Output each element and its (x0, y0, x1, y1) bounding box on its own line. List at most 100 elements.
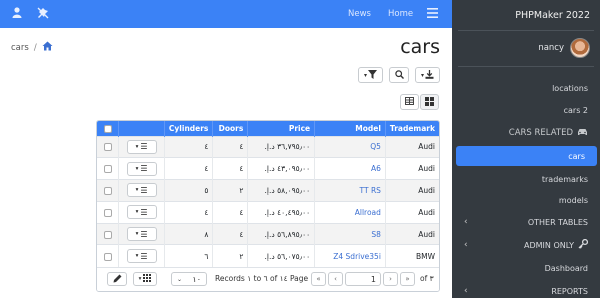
nav-news-link[interactable]: News (348, 0, 371, 28)
cell-model-link[interactable]: A6 (371, 164, 381, 173)
search-button[interactable] (389, 67, 409, 83)
table-row: ▾ ☰ ٨ ٤ ٥٦,٨٩٥٫٠٠ د.إ.‏ S8 Audi (97, 222, 439, 245)
first-page-button[interactable]: « (311, 272, 326, 287)
cell-cylinders: ٦ (164, 244, 214, 267)
row-checkbox[interactable] (103, 186, 112, 195)
user-name: nancy (538, 43, 564, 53)
cell-doors: ٤ (212, 157, 249, 180)
chevron-down-icon: ⌄ (177, 275, 183, 283)
grid-pager: ▾ ⌄ ١٠ Records ١ to ٦ of ١٤ Page « ‹ 1 ›… (97, 266, 439, 291)
header-doors[interactable]: Doors (212, 121, 249, 136)
cell-trademark: Audi (385, 135, 439, 158)
cell-model-link[interactable]: TT RS (360, 186, 381, 195)
user-panel[interactable]: nancy (538, 38, 590, 58)
row-options-button[interactable]: ▾ ☰ (126, 183, 157, 198)
filter-button[interactable]: ▾ (358, 67, 383, 83)
sidebar-item-label: cars (568, 151, 585, 161)
home-icon[interactable] (42, 41, 53, 54)
cell-trademark: Audi (385, 179, 439, 202)
select-all-checkbox[interactable] (103, 124, 112, 133)
header-price[interactable]: Price (247, 121, 316, 136)
table-view-icon (405, 97, 414, 107)
cell-doors: ٢ (212, 244, 249, 267)
page-size-value: ١٠ (192, 274, 201, 284)
download-icon (425, 69, 434, 81)
row-options-button[interactable]: ▾ ☰ (126, 227, 157, 242)
top-navbar: News Home (0, 0, 452, 28)
breadcrumb-parent-link[interactable]: cars (11, 43, 29, 53)
edit-button[interactable] (107, 272, 127, 287)
sidebar-item-label: REPORTS (551, 286, 588, 296)
cell-doors: ٢ (212, 179, 249, 202)
user-icon[interactable] (12, 7, 22, 21)
table-view-button[interactable] (400, 94, 419, 110)
last-page-button[interactable]: » (400, 272, 415, 287)
cell-cylinders: ٤ (164, 135, 214, 158)
row-checkbox[interactable] (103, 165, 112, 174)
sidebar-header-label: CARS RELATED (508, 128, 573, 138)
cars-table: Cylinders Doors Price Model Trademark ▾ ☰… (97, 121, 439, 267)
cell-price: ٣٦,٧٩٥٫٠٠ د.إ.‏ (247, 135, 316, 158)
car-icon (577, 128, 588, 139)
sidebar-item-label: models (558, 195, 588, 205)
key-icon (578, 238, 589, 251)
sidebar-item-models[interactable]: models (452, 190, 600, 210)
cell-cylinders: ٥ (164, 179, 214, 202)
nav-home-link[interactable]: Home (388, 0, 413, 28)
filter-icon (368, 69, 377, 81)
chevron-left-icon: ‹ (464, 240, 468, 250)
sidebar-group-other-tables[interactable]: ‹ OTHER TABLES (452, 212, 600, 232)
pencil-icon (113, 274, 122, 285)
multi-options-button[interactable]: ▾ (133, 272, 157, 287)
sidebar-item-label: OTHER TABLES (527, 217, 588, 227)
row-checkbox[interactable] (103, 230, 112, 239)
row-checkbox[interactable] (103, 208, 112, 217)
cell-model-link[interactable]: Allroad (355, 208, 381, 217)
cell-model-link[interactable]: Q5 (370, 142, 381, 151)
sidebar-item-locations[interactable]: locations (452, 78, 600, 98)
page-size-select[interactable]: ⌄ ١٠ (171, 272, 207, 287)
sidebar-item-cars[interactable]: cars (456, 146, 597, 166)
notification-off-icon[interactable] (37, 7, 49, 22)
export-button[interactable]: ▾ (415, 67, 440, 83)
sidebar-item-cars-2[interactable]: cars 2 (452, 100, 600, 120)
sidebar-item-dashboard[interactable]: Dashboard (452, 258, 600, 278)
row-options-button[interactable]: ▾ ☰ (126, 205, 157, 220)
cell-price: ٥٦,٨٩٥٫٠٠ د.إ.‏ (247, 222, 316, 245)
table-header-row: Cylinders Doors Price Model Trademark (97, 121, 439, 136)
avatar (570, 38, 590, 58)
row-checkbox[interactable] (103, 252, 112, 261)
header-trademark[interactable]: Trademark (385, 121, 439, 136)
sidebar-group-admin-only[interactable]: ‹ ADMIN ONLY (452, 235, 600, 255)
page-label: Page (290, 273, 309, 283)
cell-trademark: BMW (385, 244, 439, 267)
chevron-left-icon: ‹ (464, 286, 468, 296)
cell-price: ٤٠,٤٩٥٫٠٠ د.إ.‏ (247, 200, 316, 224)
header-cylinders[interactable]: Cylinders (164, 121, 214, 136)
card-view-button[interactable] (420, 94, 439, 110)
cell-doors: ٤ (212, 200, 249, 224)
sidebar-group-reports[interactable]: ‹ REPORTS (452, 281, 600, 301)
page-number-input[interactable]: 1 (345, 272, 381, 287)
select-all-header (97, 121, 120, 136)
cell-doors: ٤ (212, 135, 249, 158)
row-options-button[interactable]: ▾ ☰ (126, 161, 157, 176)
cell-model-link[interactable]: S8 (371, 230, 381, 239)
sidebar: PHPMaker 2022 nancy locations cars 2 CAR… (452, 0, 600, 298)
page-count: of ٣ (420, 273, 434, 283)
cell-price: ٤٣,٠٩٥٫٠٠ د.إ.‏ (247, 157, 316, 180)
sidebar-item-trademarks[interactable]: trademarks (452, 169, 600, 189)
menu-icon[interactable] (427, 8, 438, 21)
table-row: ▾ ☰ ٤ ٤ ٣٦,٧٩٥٫٠٠ د.إ.‏ Q5 Audi (97, 135, 439, 158)
row-options-button[interactable]: ▾ ☰ (126, 139, 157, 154)
row-checkbox[interactable] (103, 143, 112, 152)
cell-cylinders: ٤ (164, 200, 214, 224)
previous-page-button[interactable]: ‹ (328, 272, 343, 287)
brand-title[interactable]: PHPMaker 2022 (452, 0, 600, 30)
cell-model-link[interactable]: Z4 Sdrive35i (333, 252, 381, 261)
sidebar-item-label: cars 2 (563, 105, 588, 115)
row-options-button[interactable]: ▾ ☰ (126, 249, 157, 264)
next-page-button[interactable]: › (383, 272, 398, 287)
header-model[interactable]: Model (314, 121, 386, 136)
sidebar-divider (458, 30, 594, 31)
